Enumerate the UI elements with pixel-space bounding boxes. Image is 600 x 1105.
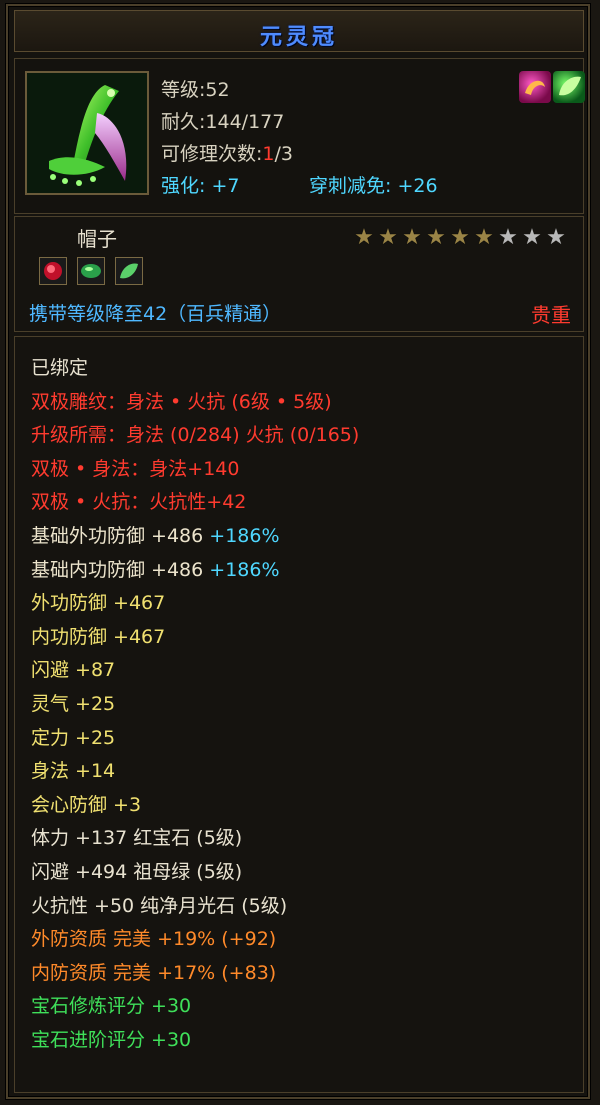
star-filled-icon: ★ <box>426 225 446 250</box>
attribute-line: 已绑定 <box>31 357 88 379</box>
attribute-text: 宝石修炼评分 +30 <box>31 995 192 1018</box>
attribute-text: 双极 • 火抗：火抗性+42 <box>31 491 247 514</box>
attribute-line: 宝石进阶评分 +30 <box>31 1029 191 1051</box>
attribute-line: 内功防御 +467 <box>31 626 165 648</box>
item-name: 元灵冠 <box>259 25 338 50</box>
attribute-line: 身法 +14 <box>31 760 115 782</box>
item-enhance: 强化: +7 <box>161 175 240 197</box>
item-meta-section: 帽子 ★ ★ ★ ★ ★ ★ ★ ★ ★ 携带等级降至42（百兵精通） 贵重 <box>14 216 584 332</box>
level-requirement: 携带等级降至42（百兵精通） <box>29 303 282 325</box>
attribute-text: 会心防御 +3 <box>31 793 142 816</box>
gem-slot-red[interactable] <box>39 257 67 285</box>
attribute-text: 基础外功防御 +486 <box>31 525 204 547</box>
gem-slot-jade[interactable] <box>115 257 143 285</box>
gem-slot-green[interactable] <box>77 257 105 285</box>
star-filled-icon: ★ <box>402 225 422 250</box>
attribute-text: 身法 +14 <box>31 760 116 783</box>
item-durability: 耐久:144/177 <box>161 111 285 133</box>
attribute-text: 基础内功防御 +486 <box>31 558 204 581</box>
title-bar: 元灵冠 <box>14 10 584 52</box>
star-filled-icon: ★ <box>474 225 494 250</box>
attribute-text: 灵气 +25 <box>31 693 116 715</box>
attribute-text: 外防资质 完美 +19% (+92) <box>31 928 277 951</box>
attribute-line: 升级所需：身法 (0/284) 火抗 (0/165) <box>31 424 359 446</box>
leaf-green-icon[interactable] <box>553 71 585 103</box>
attribute-text: 内功防御 +467 <box>31 625 166 648</box>
item-repair-count: 可修理次数:1/3 <box>161 139 293 166</box>
attribute-text: 定力 +25 <box>31 726 116 749</box>
attribute-text: 闪避 +87 <box>31 659 116 682</box>
star-empty-icon: ★ <box>498 225 518 250</box>
attribute-text: 双极雕纹：身法 • 火抗 (6级 • 5级) <box>31 390 332 413</box>
attribute-line: 会心防御 +3 <box>31 794 141 816</box>
swirl-icon <box>525 80 545 95</box>
star-empty-icon: ★ <box>522 225 542 250</box>
attribute-text: 体力 +137 红宝石 (5级) <box>31 827 243 850</box>
attribute-line: 双极 • 身法：身法+140 <box>31 458 239 480</box>
star-filled-icon: ★ <box>354 225 374 250</box>
repair-used: 1 <box>262 143 275 165</box>
green-jade-icon <box>120 263 138 279</box>
star-filled-icon: ★ <box>378 225 398 250</box>
attribute-text: 火抗性 +50 纯净月光石 (5级) <box>31 894 288 917</box>
attribute-line: 双极 • 火抗：火抗性+42 <box>31 491 246 513</box>
star-filled-icon: ★ <box>450 225 470 250</box>
repair-prefix: 可修理次数: <box>161 143 263 165</box>
attribute-line: 双极雕纹：身法 • 火抗 (6级 • 5级) <box>31 391 332 413</box>
hat-icon <box>27 73 147 193</box>
attribute-line: 火抗性 +50 纯净月光石 (5级) <box>31 895 287 917</box>
attribute-line: 外功防御 +467 <box>31 592 165 614</box>
attribute-text: 内防资质 完美 +17% (+83) <box>31 961 277 984</box>
item-pierce-reduction: 穿刺减免: +26 <box>309 175 438 197</box>
attribute-list: 已绑定双极雕纹：身法 • 火抗 (6级 • 5级) 升级所需：身法 (0/284)… <box>14 336 584 1093</box>
star-rating: ★ ★ ★ ★ ★ ★ ★ ★ ★ <box>353 227 567 249</box>
item-type: 帽子 <box>77 227 117 251</box>
attribute-text: 宝石进阶评分 +30 <box>31 1029 192 1051</box>
attribute-line: 闪避 +494 祖母绿 (5级) <box>31 861 242 883</box>
attribute-line: 内防资质 完美 +17% (+83) <box>31 962 276 984</box>
attribute-bonus: +186% <box>203 525 280 547</box>
attribute-text: 已绑定 <box>31 357 89 379</box>
green-gem-icon <box>81 264 101 278</box>
attribute-text: 双极 • 身法：身法+140 <box>31 457 240 480</box>
red-gem-icon <box>44 262 62 280</box>
attribute-line: 基础外功防御 +486 +186% <box>31 525 280 547</box>
attribute-text: 闪避 +494 祖母绿 (5级) <box>31 861 243 883</box>
star-empty-icon: ★ <box>546 225 566 250</box>
attribute-line: 外防资质 完美 +19% (+92) <box>31 928 276 950</box>
attribute-line: 宝石修炼评分 +30 <box>31 995 191 1017</box>
attribute-bonus: +186% <box>203 558 280 581</box>
attribute-line: 闪避 +87 <box>31 659 115 681</box>
attribute-text: 升级所需：身法 (0/284) 火抗 (0/165) <box>31 424 360 447</box>
repair-suffix: /3 <box>274 143 294 165</box>
item-level: 等级:52 <box>161 79 230 101</box>
attribute-text: 外功防御 +467 <box>31 592 166 615</box>
item-rarity: 贵重 <box>531 303 571 327</box>
item-tooltip: 元灵冠 等级:52 耐久:144/177 可修理次数:1/3 强化: +7 穿刺… <box>6 4 590 1099</box>
swirl-purple-icon[interactable] <box>519 71 551 103</box>
attribute-line: 灵气 +25 <box>31 693 115 715</box>
attribute-line: 体力 +137 红宝石 (5级) <box>31 827 242 849</box>
attribute-line: 基础内功防御 +486 +186% <box>31 559 280 581</box>
attribute-line: 定力 +25 <box>31 727 115 749</box>
leaf-icon <box>559 76 581 96</box>
item-icon[interactable] <box>25 71 149 195</box>
item-header-section: 等级:52 耐久:144/177 可修理次数:1/3 强化: +7 穿刺减免: … <box>14 58 585 214</box>
